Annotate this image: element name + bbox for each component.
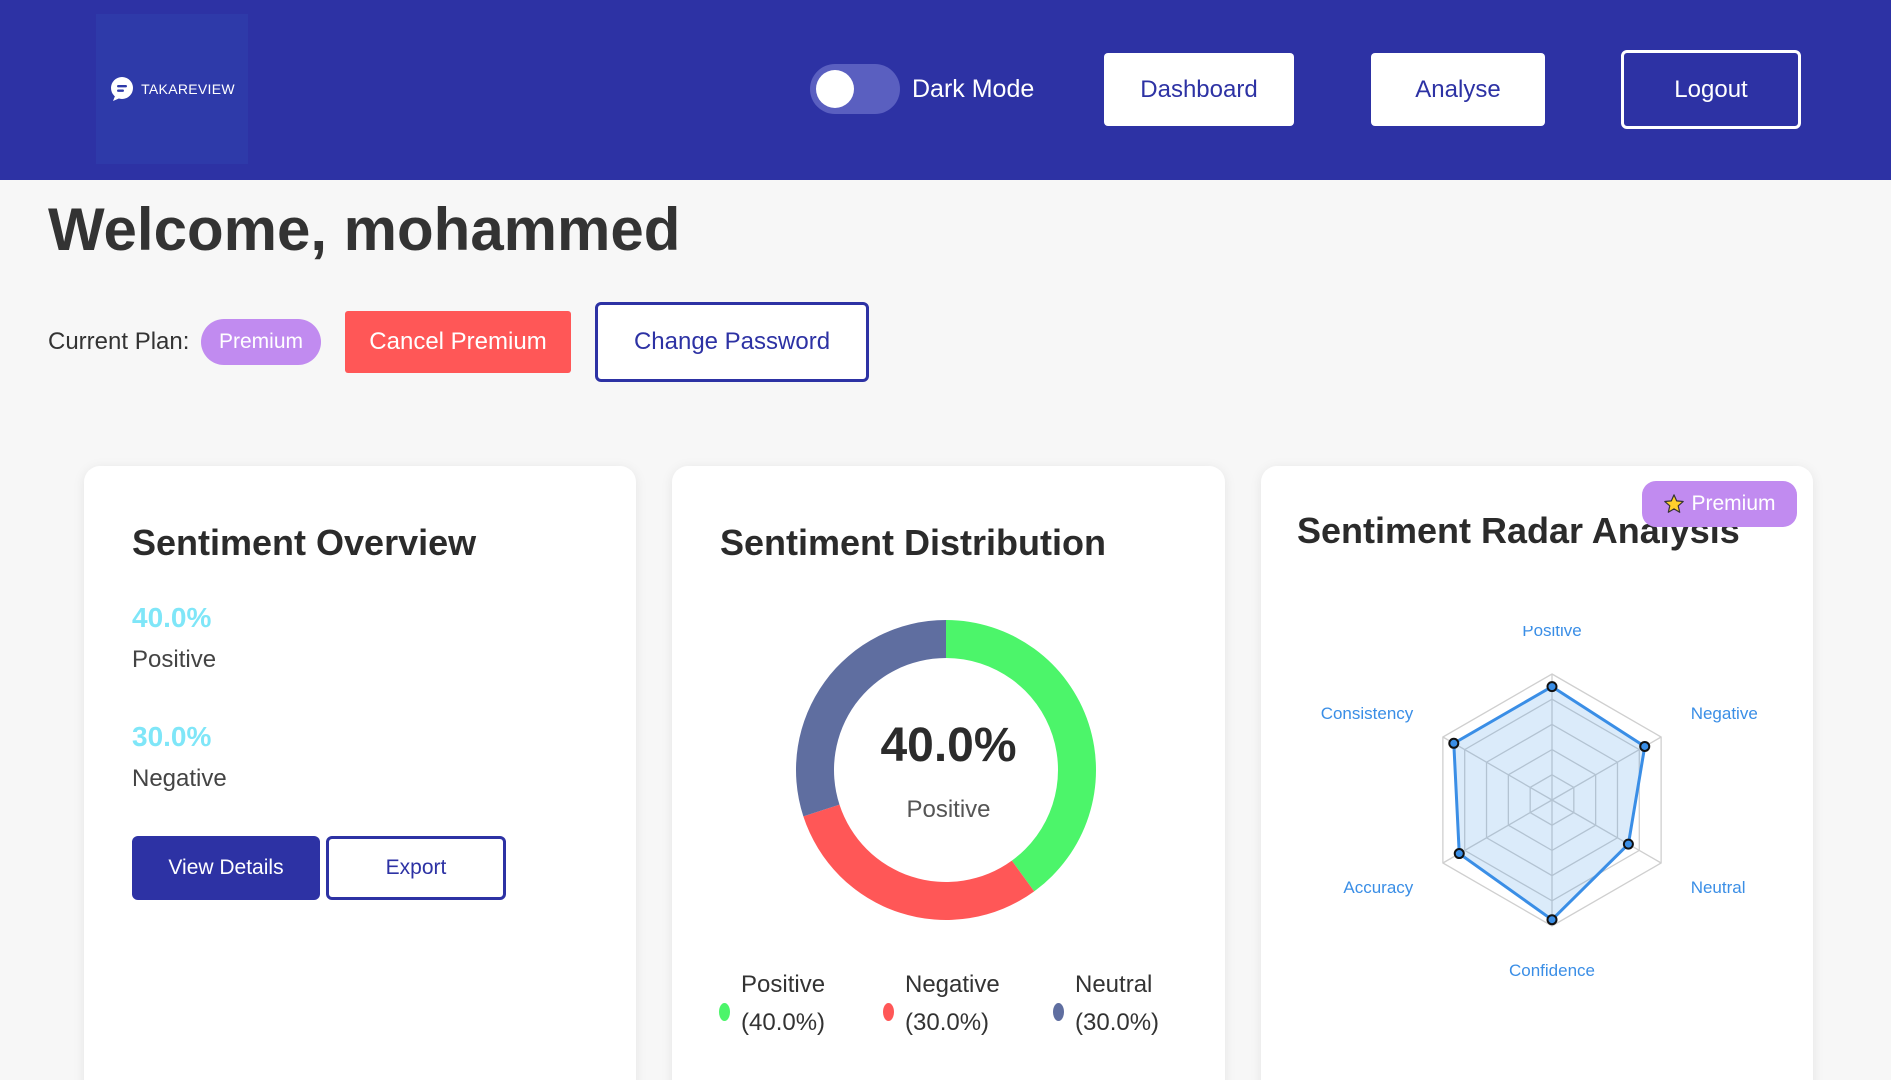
logo-text: TAKAREVIEW (141, 81, 235, 97)
legend-dot (883, 1003, 894, 1021)
top-header: TAKAREVIEW Dark Mode Dashboard Analyse L… (0, 0, 1891, 180)
card-title: Sentiment Overview (132, 522, 477, 563)
legend-pct: (30.0%) (1075, 1009, 1160, 1036)
radar-axis-label-positive: Positive (1522, 626, 1582, 640)
radar-axis-label-neutral: Neutral (1691, 878, 1746, 897)
view-details-button[interactable]: View Details (132, 836, 320, 900)
radar-point-negative (1639, 740, 1651, 752)
legend-name: Neutral (1075, 971, 1153, 998)
legend-name: Positive (741, 971, 826, 998)
logout-button[interactable]: Logout (1621, 50, 1801, 129)
positive-stat-label: Positive (132, 646, 217, 673)
radar-axis-label-confidence: Confidence (1509, 961, 1595, 980)
radar-point-positive (1546, 681, 1558, 693)
negative-stat-value: 30.0% (132, 721, 212, 752)
toggle-knob (816, 70, 854, 108)
page-title: Welcome, mohammed (48, 196, 681, 263)
radar-axis-label-negative: Negative (1691, 704, 1758, 723)
radar-point-accuracy (1453, 848, 1465, 860)
radar-point-consistency (1448, 737, 1460, 749)
legend-pct: (40.0%) (741, 1009, 826, 1036)
premium-tag-label: Premium (1691, 492, 1776, 515)
current-plan-label: Current Plan: (48, 328, 190, 355)
legend-pct: (30.0%) (905, 1009, 990, 1036)
dashboard-button[interactable]: Dashboard (1104, 53, 1294, 126)
plan-badge: Premium (201, 319, 321, 365)
change-password-button[interactable]: Change Password (595, 302, 869, 382)
radar-axis-label-consistency: Consistency (1321, 704, 1414, 723)
sentiment-distribution-card: Sentiment Distribution 40.0% Positive Po… (672, 466, 1225, 1080)
sentiment-radar-card: Sentiment Radar Analysis Premium Positiv… (1261, 466, 1813, 1080)
chat-bubble-icon (111, 77, 134, 101)
negative-stat-label: Negative (132, 765, 227, 792)
export-button[interactable]: Export (326, 836, 506, 900)
radar-series-area (1452, 684, 1647, 922)
legend-dot (1053, 1003, 1064, 1021)
dark-mode-label: Dark Mode (912, 75, 1035, 103)
cancel-premium-button[interactable]: Cancel Premium (345, 311, 571, 373)
premium-tag: Premium (1642, 481, 1797, 527)
radar-chart: Positive Negative Neutral Confidence Accurac… (1321, 626, 1758, 980)
logo[interactable]: TAKAREVIEW (96, 14, 248, 164)
radar-axis-label-accuracy: Accuracy (1343, 878, 1413, 897)
legend-dot (719, 1003, 730, 1021)
sentiment-overview-card: Sentiment Overview 40.0% Positive 30.0% … (84, 466, 636, 1080)
donut-center-label: Positive (906, 796, 991, 823)
dark-mode-toggle[interactable] (810, 64, 900, 114)
star-icon (1664, 494, 1685, 513)
radar-point-confidence (1546, 914, 1558, 926)
radar-point-neutral (1622, 838, 1634, 850)
analyse-button[interactable]: Analyse (1371, 53, 1545, 126)
positive-stat-value: 40.0% (132, 602, 212, 633)
donut-center-value: 40.0% (880, 719, 1017, 772)
legend-name: Negative (905, 971, 1000, 998)
card-title: Sentiment Distribution (720, 522, 1106, 563)
